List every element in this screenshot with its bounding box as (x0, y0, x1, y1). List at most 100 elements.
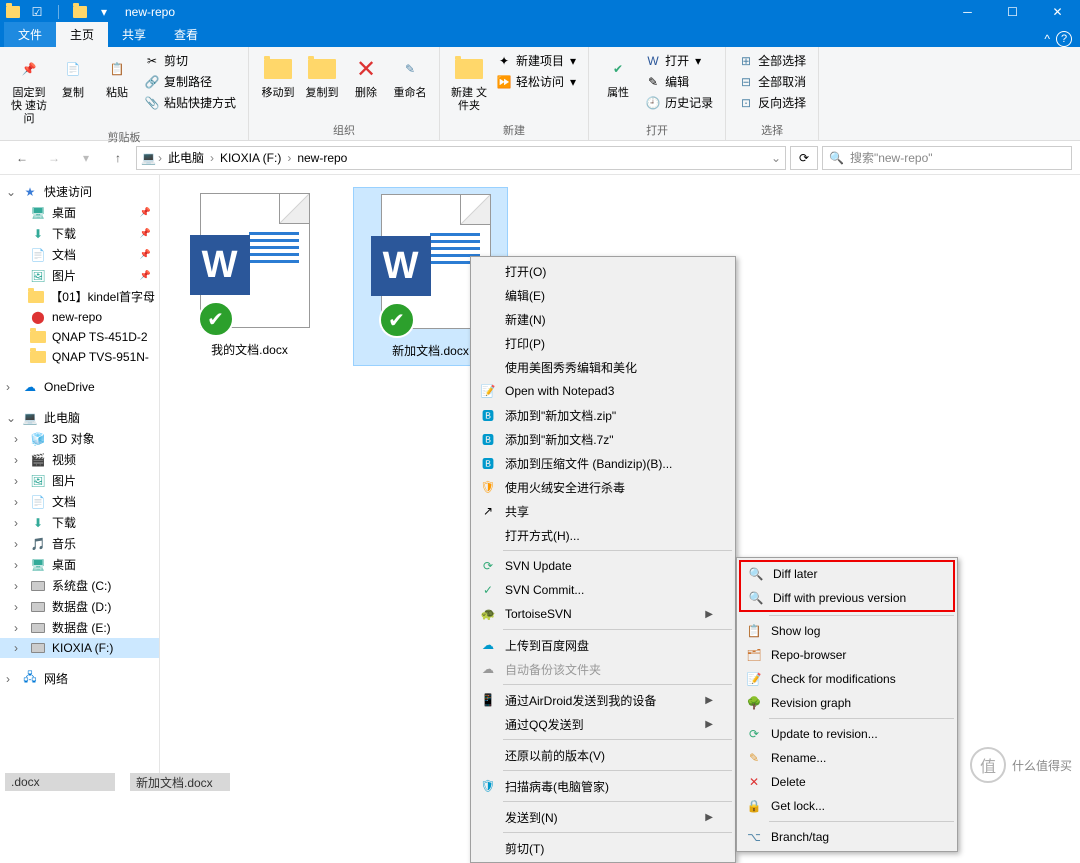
cm-baidu[interactable]: ☁上传到百度网盘 (473, 633, 733, 657)
close-button[interactable]: ✕ (1035, 0, 1080, 23)
overflow-icon[interactable]: ▾ (97, 5, 111, 19)
cm-tortoisesvn[interactable]: 🐢TortoiseSVN▶ (473, 602, 733, 626)
easyaccess-button[interactable]: ⏩轻松访问▾ (492, 72, 580, 91)
selectall-button[interactable]: ⊞全部选择 (734, 51, 810, 70)
cm-sendto[interactable]: 发送到(N)▶ (473, 805, 733, 829)
tab-view[interactable]: 查看 (160, 22, 212, 47)
sidebar-music[interactable]: ›🎵音乐 (0, 533, 159, 554)
back-button[interactable]: ← (8, 146, 36, 170)
collapse-ribbon-icon[interactable]: ^ (1044, 32, 1050, 46)
forward-button[interactable]: → (40, 146, 68, 170)
file-item-1[interactable]: W ✔ 我的文档.docx (172, 187, 327, 364)
sidebar-quickaccess[interactable]: ⌄★快速访问 (0, 181, 159, 202)
properties-button[interactable]: ✔属性 (597, 51, 639, 102)
open-button[interactable]: W打开▾ (641, 51, 717, 70)
history-button[interactable]: 🕘历史记录 (641, 93, 717, 112)
sidebar-qnap1[interactable]: QNAP TS-451D-2 (0, 327, 159, 347)
newfolder-button[interactable]: 新建 文件夹 (448, 51, 490, 115)
cut-button[interactable]: ✂剪切 (140, 51, 240, 70)
sidebar-kioxia[interactable]: ›KIOXIA (F:) (0, 638, 159, 658)
sm-difflater[interactable]: 🔍Diff later (741, 562, 953, 586)
sidebar-pictures2[interactable]: ›🖼图片 (0, 470, 159, 491)
sm-branchtag[interactable]: ⌥Branch/tag (739, 825, 955, 849)
sidebar-videos[interactable]: ›🎬视频 (0, 449, 159, 470)
sm-getlock[interactable]: 🔒Get lock... (739, 794, 955, 818)
pasteshortcut-button[interactable]: 📎粘贴快捷方式 (140, 93, 240, 112)
sidebar-kindel[interactable]: 【01】kindel首字母 (0, 286, 159, 307)
sm-delete[interactable]: ✕Delete (739, 770, 955, 794)
sidebar-downloads[interactable]: ⬇下载📌 (0, 223, 159, 244)
search-input[interactable]: 🔍 搜索"new-repo" (822, 146, 1072, 170)
tab-share[interactable]: 共享 (108, 22, 160, 47)
sm-rename[interactable]: ✎Rename... (739, 746, 955, 770)
cm-openwith[interactable]: 打开方式(H)... (473, 523, 733, 547)
refresh-button[interactable]: ⟳ (790, 146, 818, 170)
cm-cut[interactable]: 剪切(T) (473, 836, 733, 860)
sm-updaterev[interactable]: ⟳Update to revision... (739, 722, 955, 746)
sidebar-sysdisk[interactable]: ›系统盘 (C:) (0, 575, 159, 596)
sm-diffprev[interactable]: 🔍Diff with previous version (741, 586, 953, 610)
crumb-thispc[interactable]: 此电脑 (164, 149, 208, 166)
crumb-drive[interactable]: KIOXIA (F:) (216, 151, 285, 165)
cm-airdroid[interactable]: 📱通过AirDroid发送到我的设备▶ (473, 688, 733, 712)
maximize-button[interactable]: ☐ (990, 0, 1035, 23)
copypath-button[interactable]: 🔗复制路径 (140, 72, 240, 91)
sidebar-network[interactable]: ›🖧网络 (0, 668, 159, 689)
cm-meitu[interactable]: 使用美图秀秀编辑和美化 (473, 355, 733, 379)
copyto-button[interactable]: 复制到 (301, 51, 343, 102)
tab-home[interactable]: 主页 (56, 22, 108, 47)
newitem-button[interactable]: ✦新建项目▾ (492, 51, 580, 70)
sm-revgraph[interactable]: 🌳Revision graph (739, 691, 955, 715)
copy-button[interactable]: 📄复制 (52, 51, 94, 102)
cm-svncommit[interactable]: ✓SVN Commit... (473, 578, 733, 602)
edit-button[interactable]: ✎编辑 (641, 72, 717, 91)
cm-scanvirus[interactable]: 🛡扫描病毒(电脑管家) (473, 774, 733, 798)
crumb-folder[interactable]: new-repo (293, 151, 351, 165)
cm-addzip[interactable]: 🅱添加到"新加文档.zip" (473, 403, 733, 427)
rename-button[interactable]: ✎重命名 (389, 51, 431, 102)
cm-restore[interactable]: 还原以前的版本(V) (473, 743, 733, 767)
cm-share[interactable]: ↗共享 (473, 499, 733, 523)
up-button[interactable]: ↑ (104, 146, 132, 170)
tab-file[interactable]: 文件 (4, 22, 56, 47)
selectnone-button[interactable]: ⊟全部取消 (734, 72, 810, 91)
sidebar-datadisk1[interactable]: ›数据盘 (D:) (0, 596, 159, 617)
check-icon[interactable]: ☑ (30, 5, 44, 19)
cm-edit[interactable]: 编辑(E) (473, 283, 733, 307)
invert-button[interactable]: ⊡反向选择 (734, 93, 810, 112)
sm-repobrowser[interactable]: 🗂Repo-browser (739, 643, 955, 667)
sidebar-onedrive[interactable]: ›☁OneDrive (0, 377, 159, 397)
pin-button[interactable]: 📌固定到快 速访问 (8, 51, 50, 128)
sidebar-desktop[interactable]: 🖥桌面📌 (0, 202, 159, 223)
sidebar-pictures[interactable]: 🖼图片📌 (0, 265, 159, 286)
minimize-button[interactable]: ─ (945, 0, 990, 23)
sidebar-datadisk2[interactable]: ›数据盘 (E:) (0, 617, 159, 638)
delete-button[interactable]: ✕删除 (345, 51, 387, 102)
sidebar-newrepo[interactable]: ⬤new-repo (0, 307, 159, 327)
sidebar-downloads2[interactable]: ›⬇下载 (0, 512, 159, 533)
sidebar-qnap2[interactable]: QNAP TVS-951N- (0, 347, 159, 367)
sm-showlog[interactable]: 📋Show log (739, 619, 955, 643)
recent-button[interactable]: ▾ (72, 146, 100, 170)
sidebar-desktop2[interactable]: ›🖥桌面 (0, 554, 159, 575)
paste-button[interactable]: 📋粘贴 (96, 51, 138, 102)
sm-checkmods[interactable]: 📝Check for modifications (739, 667, 955, 691)
cm-notepad3[interactable]: 📝Open with Notepad3 (473, 379, 733, 403)
cm-new[interactable]: 新建(N) (473, 307, 733, 331)
sidebar-thispc[interactable]: ⌄💻此电脑 (0, 407, 159, 428)
sidebar-3d[interactable]: ›🧊3D 对象 (0, 428, 159, 449)
cm-print[interactable]: 打印(P) (473, 331, 733, 355)
help-icon[interactable]: ? (1056, 31, 1072, 47)
folder-open-icon[interactable] (73, 5, 87, 19)
cm-add7z[interactable]: 🅱添加到"新加文档.7z" (473, 427, 733, 451)
sidebar-documents2[interactable]: ›📄文档 (0, 491, 159, 512)
sidebar-documents[interactable]: 📄文档📌 (0, 244, 159, 265)
cm-svnupdate[interactable]: ⟳SVN Update (473, 554, 733, 578)
cm-bandizip[interactable]: 🅱添加到压缩文件 (Bandizip)(B)... (473, 451, 733, 475)
moveto-button[interactable]: 移动到 (257, 51, 299, 102)
cm-huorong[interactable]: 🛡使用火绒安全进行杀毒 (473, 475, 733, 499)
cm-qq[interactable]: 通过QQ发送到▶ (473, 712, 733, 736)
dropdown-icon[interactable]: ⌄ (771, 151, 781, 165)
breadcrumb[interactable]: 💻 › 此电脑 › KIOXIA (F:) › new-repo ⌄ (136, 146, 786, 170)
cm-open[interactable]: 打开(O) (473, 259, 733, 283)
